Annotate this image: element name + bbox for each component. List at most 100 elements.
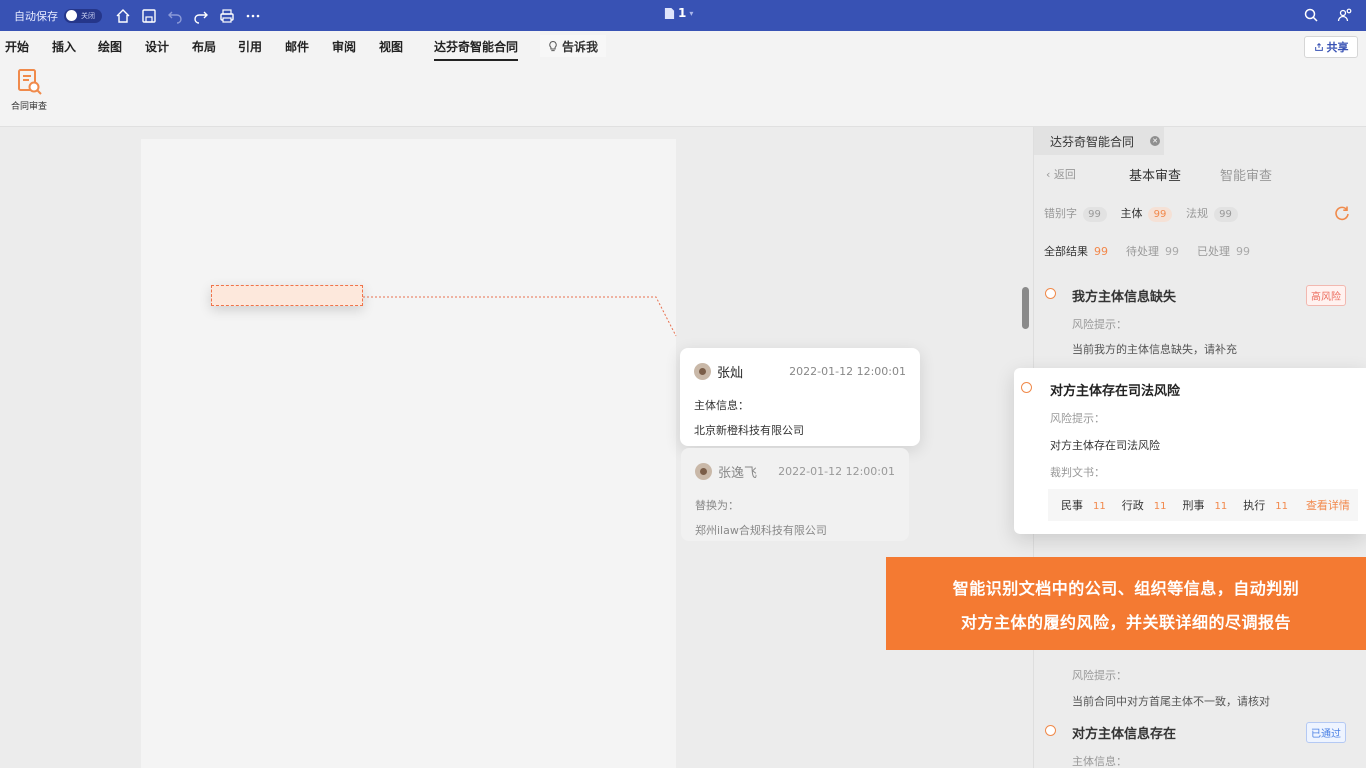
comment-author: 张灿 [717, 366, 744, 381]
comment-content: 北京新橙科技有限公司 [694, 424, 804, 437]
share-button[interactable]: 共享 [1304, 36, 1358, 58]
risk-detail-card[interactable]: 对方主体存在司法风险 风险提示： 对方主体存在司法风险 裁判文书： 民事 11 行… [1014, 368, 1366, 534]
result-done-count: 99 [1236, 245, 1250, 258]
autosave-toggle[interactable]: 关闭 [64, 8, 102, 23]
autosave-state: 关闭 [81, 11, 95, 20]
comment-author: 张逸飞 [718, 466, 758, 481]
filter-typo[interactable]: 错别字 99 [1044, 205, 1107, 222]
category-enforcement-label: 执行 [1243, 499, 1266, 512]
result-pending[interactable]: 待处理 99 [1126, 243, 1179, 259]
refresh-icon[interactable] [1334, 205, 1350, 221]
tab-references[interactable]: 引用 [238, 38, 262, 55]
result-all[interactable]: 全部结果 99 [1044, 243, 1108, 259]
risk-detail-desc: 对方主体存在司法风险 [1050, 439, 1160, 452]
filter-law-count: 99 [1213, 207, 1238, 222]
feature-banner: 智能识别文档中的公司、组织等信息，自动判别 对方主体的履约风险，并关联详细的尽调… [886, 557, 1366, 650]
tab-mailings[interactable]: 邮件 [285, 38, 309, 55]
share-label: 共享 [1326, 41, 1349, 54]
undo-icon[interactable] [162, 3, 188, 29]
filter-law[interactable]: 法规 99 [1186, 205, 1238, 222]
redo-icon[interactable] [188, 3, 214, 29]
collaborate-icon[interactable] [1332, 2, 1358, 28]
document-page[interactable] [141, 139, 676, 768]
document-scrollbar[interactable] [1022, 287, 1029, 329]
more-icon[interactable] [240, 3, 266, 29]
comment-connector-line [363, 296, 677, 337]
tab-smart-contract[interactable]: 达芬奇智能合同 [434, 38, 519, 61]
share-icon [1314, 42, 1323, 51]
risk-title: 我方主体信息缺失 [1072, 290, 1177, 305]
comment-card[interactable]: 张逸飞 2022-01-12 12:00:01 替换为： 郑州ilaw合规科技有… [681, 448, 909, 541]
view-details-link[interactable]: 查看详情 [1306, 497, 1350, 513]
filter-entity[interactable]: 主体 99 [1120, 205, 1172, 222]
search-icon[interactable] [1298, 2, 1324, 28]
comment-card[interactable]: 张灿 2022-01-12 12:00:01 主体信息： 北京新橙科技有限公司 [680, 348, 920, 446]
print-icon[interactable] [214, 3, 240, 29]
tab-design[interactable]: 设计 [145, 38, 169, 55]
contract-review-button[interactable]: 合同审查 [8, 67, 50, 112]
tab-review[interactable]: 审阅 [332, 38, 356, 55]
tab-insert[interactable]: 插入 [52, 38, 76, 55]
pane-tab-title: 达芬奇智能合同 [1050, 134, 1135, 149]
category-criminal-label: 刑事 [1182, 499, 1205, 512]
save-icon[interactable] [136, 3, 162, 29]
back-link[interactable]: ‹ 返回 [1046, 166, 1076, 182]
banner-line-2: 对方主体的履约风险，并关联详细的尽调报告 [960, 612, 1291, 632]
comment-label: 替换为： [695, 499, 739, 512]
status-circle-icon [1021, 382, 1032, 393]
result-done-label: 已处理 [1197, 245, 1230, 258]
tab-view[interactable]: 视图 [379, 38, 403, 55]
risk-hint: 主体信息： [1072, 755, 1127, 768]
category-civil-label: 民事 [1061, 499, 1083, 512]
result-all-count: 99 [1094, 245, 1108, 258]
document-name[interactable]: 1 ▾ [664, 6, 693, 20]
category-criminal[interactable]: 刑事 11 [1182, 497, 1227, 513]
chevron-down-icon: ▾ [689, 8, 694, 18]
risk-hint: 风险提示： [1072, 669, 1127, 682]
tell-me-label: 告诉我 [562, 39, 599, 54]
risk-level-badge: 高风险 [1306, 285, 1346, 306]
tell-me-search[interactable]: 告诉我 [540, 35, 607, 57]
pass-badge: 已通过 [1306, 722, 1346, 743]
contract-review-label: 合同审查 [10, 102, 47, 112]
category-criminal-count: 11 [1214, 501, 1228, 512]
risk-title: 对方主体信息存在 [1072, 727, 1177, 742]
risk-detail-hint: 风险提示： [1050, 412, 1105, 425]
filter-typo-count: 99 [1082, 207, 1107, 222]
filter-law-label: 法规 [1186, 207, 1208, 220]
back-label: 返回 [1053, 168, 1076, 181]
filter-bar: 错别字 99 主体 99 法规 99 [1044, 205, 1238, 222]
category-civil-count: 11 [1093, 501, 1106, 512]
category-administrative-count: 11 [1153, 501, 1167, 512]
tab-layout[interactable]: 布局 [192, 38, 216, 55]
risk-desc: 当前合同中对方首尾主体不一致，请核对 [1072, 695, 1270, 708]
judgment-docs-label: 裁判文书： [1050, 466, 1105, 479]
tab-home[interactable]: 开始 [5, 38, 29, 55]
risk-desc: 当前我方的主体信息缺失，请补充 [1072, 343, 1237, 356]
status-circle-icon [1045, 725, 1056, 736]
tab-smart-review[interactable]: 智能审查 [1220, 165, 1272, 184]
comment-time: 2022-01-12 12:00:01 [778, 465, 895, 478]
category-administrative[interactable]: 行政 11 [1122, 497, 1167, 513]
entity-highlight[interactable] [211, 285, 363, 306]
pane-tab[interactable]: 达芬奇智能合同 ✕ [1034, 127, 1164, 155]
risk-detail-title: 对方主体存在司法风险 [1050, 384, 1181, 399]
filter-entity-label: 主体 [1120, 207, 1143, 220]
comment-label: 主体信息： [694, 399, 749, 412]
autosave-label: 自动保存 [14, 9, 58, 23]
category-enforcement-count: 11 [1275, 501, 1288, 512]
title-bar: 自动保存 关闭 1 ▾ [0, 0, 1366, 31]
category-enforcement[interactable]: 执行 11 [1243, 497, 1288, 513]
home-icon[interactable] [110, 3, 136, 29]
tab-basic-review[interactable]: 基本审查 [1129, 165, 1181, 184]
toggle-knob [66, 10, 77, 21]
banner-line-1: 智能识别文档中的公司、组织等信息，自动判别 [952, 578, 1300, 598]
tab-draw[interactable]: 绘图 [98, 38, 122, 55]
ribbon: 开始 插入 绘图 设计 布局 引用 邮件 审阅 视图 达芬奇智能合同 告诉我 共… [0, 31, 1366, 127]
filter-entity-count: 99 [1148, 207, 1172, 222]
result-done[interactable]: 已处理 99 [1197, 243, 1250, 259]
close-icon[interactable]: ✕ [1150, 136, 1161, 146]
result-pending-label: 待处理 [1126, 245, 1159, 258]
category-civil[interactable]: 民事 11 [1061, 497, 1106, 513]
avatar [694, 363, 711, 380]
